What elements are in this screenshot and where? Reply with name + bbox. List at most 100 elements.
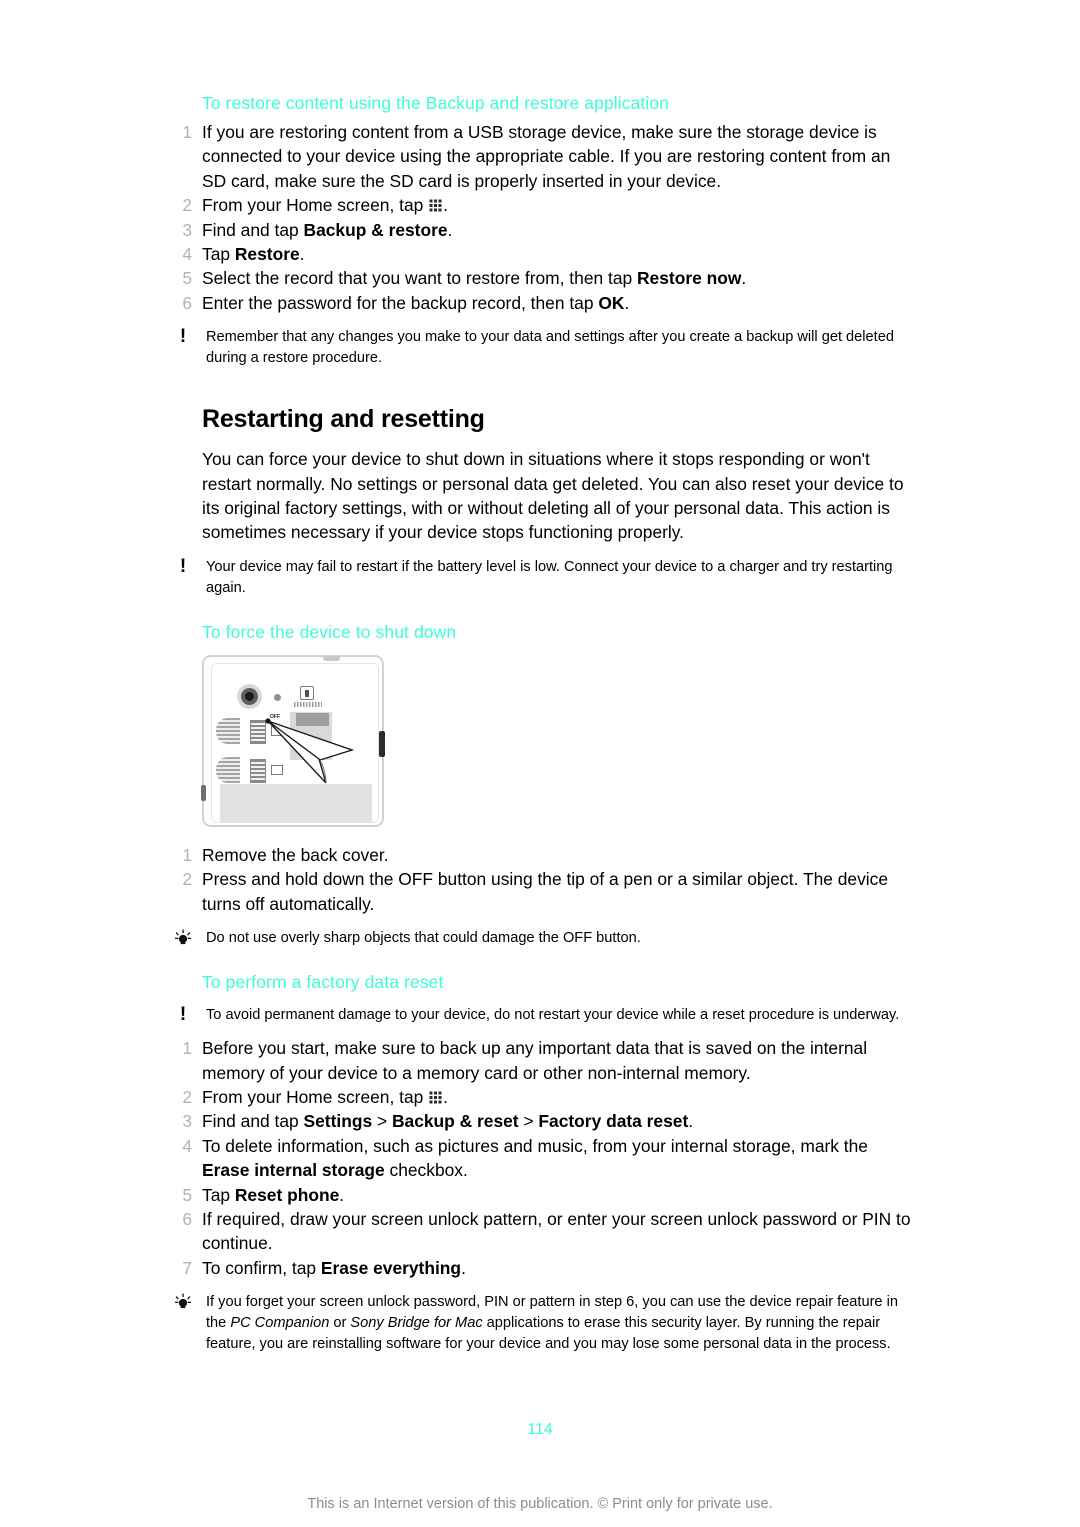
device-left-nub xyxy=(201,784,206,801)
step-text: From your Home screen, tap xyxy=(202,195,429,216)
step-number: 5 xyxy=(182,1184,192,1205)
memory-card-graphic xyxy=(216,756,240,783)
device-notch xyxy=(323,655,340,661)
tip-note-text: Do not use overly sharp objects that cou… xyxy=(206,930,641,947)
list-item: 2 From your Home screen, tap . xyxy=(172,193,912,217)
step-text-suffix: . xyxy=(624,292,630,313)
device-back-cover-off-button-illustration: OFF xyxy=(201,654,392,833)
app-name-italic: Sony Bridge for Mac xyxy=(350,1315,483,1332)
step-number: 5 xyxy=(182,268,192,289)
step-text-suffix: . xyxy=(299,244,305,265)
step-text-suffix: . xyxy=(688,1111,694,1132)
step-text: Remove the back cover. xyxy=(202,844,389,865)
list-item: 6 If required, draw your screen unlock p… xyxy=(172,1207,912,1256)
ui-label-bold: Reset phone xyxy=(234,1184,340,1205)
tip-lightbulb-icon xyxy=(174,929,192,947)
warning-note-text: To avoid permanent damage to your device… xyxy=(206,1007,900,1024)
step-text: Select the record that you want to resto… xyxy=(202,268,637,289)
page-content: To restore content using the Backup and … xyxy=(172,92,912,1355)
warning-exclamation-icon: ! xyxy=(179,326,187,348)
camera-lens-inner xyxy=(245,691,254,701)
step-number: 6 xyxy=(182,292,192,313)
warning-note: ! Remember that any changes you make to … xyxy=(172,327,912,369)
shutdown-steps-list: 1 Remove the back cover. 2 Press and hol… xyxy=(172,843,912,916)
list-item: 6 Enter the password for the backup reco… xyxy=(172,291,912,315)
list-item: 1 If you are restoring content from a US… xyxy=(172,120,912,193)
factory-reset-steps-list: 1 Before you start, make sure to back up… xyxy=(172,1036,912,1280)
device-side-button xyxy=(379,730,385,757)
breadcrumb-separator: > xyxy=(518,1111,539,1132)
step-number: 1 xyxy=(182,122,192,142)
step-number: 7 xyxy=(182,1257,192,1278)
ui-label-bold: Factory data reset xyxy=(538,1111,689,1132)
list-item: 5 Tap Reset phone. xyxy=(172,1183,912,1207)
step-text-suffix: . xyxy=(461,1257,466,1278)
warning-note: ! To avoid permanent damage to your devi… xyxy=(172,1005,912,1026)
app-drawer-icon xyxy=(429,1086,442,1104)
step-number: 6 xyxy=(182,1208,192,1229)
list-item: 5 Select the record that you want to res… xyxy=(172,266,912,290)
tip-text-part2: or xyxy=(329,1315,351,1332)
off-button xyxy=(271,725,283,736)
tip-note: Do not use overly sharp objects that cou… xyxy=(172,928,912,949)
step-number: 1 xyxy=(182,844,192,865)
section-heading-force-shutdown: To force the device to shut down xyxy=(202,621,457,642)
off-button-label: OFF xyxy=(270,713,280,720)
device-shell: OFF xyxy=(201,654,385,827)
step-text: If you are restoring content from a USB … xyxy=(202,122,891,191)
ui-label-bold: Restore now xyxy=(637,268,742,289)
sensor-dot-icon xyxy=(274,693,281,701)
step-text: Tap xyxy=(202,244,235,265)
list-item: 2 Press and hold down the OFF button usi… xyxy=(172,867,912,916)
sim-card-graphic xyxy=(216,717,240,744)
tip-note-text: If you forget your screen unlock passwor… xyxy=(206,1292,912,1355)
step-text: Find and tap xyxy=(202,219,304,240)
ui-label-bold: Erase everything xyxy=(320,1257,462,1278)
app-name-italic: PC Companion xyxy=(230,1315,330,1332)
manual-page: To restore content using the Backup and … xyxy=(0,0,1080,1527)
tip-note: If you forget your screen unlock passwor… xyxy=(172,1292,912,1355)
step-text: Press and hold down the OFF button using… xyxy=(202,869,889,914)
list-item: 7 To confirm, tap Erase everything. xyxy=(172,1256,912,1280)
warning-exclamation-icon: ! xyxy=(179,1004,187,1026)
section-heading-factory-reset: To perform a factory data reset xyxy=(202,972,444,993)
step-text: If required, draw your screen unlock pat… xyxy=(202,1208,911,1254)
warning-exclamation-icon: ! xyxy=(179,555,187,577)
step-text: To confirm, tap xyxy=(202,1257,321,1278)
step-text-suffix: . xyxy=(447,219,453,240)
step-number: 3 xyxy=(182,219,192,240)
step-text: Enter the password for the backup record… xyxy=(202,292,599,313)
list-item: 2 From your Home screen, tap . xyxy=(172,1085,912,1109)
secondary-chip xyxy=(271,764,283,775)
ui-label-bold: Backup & restore xyxy=(303,219,448,240)
breadcrumb-separator: > xyxy=(372,1111,392,1132)
step-number: 4 xyxy=(182,244,192,265)
ui-label-bold: Settings xyxy=(303,1111,373,1132)
ui-label-bold: Backup & reset xyxy=(391,1111,519,1132)
step-number: 2 xyxy=(182,1086,192,1107)
port-connector xyxy=(296,712,329,726)
section-heading-restore: To restore content using the Backup and … xyxy=(202,93,670,113)
step-number: 2 xyxy=(182,869,192,890)
list-item: 3 Find and tap Backup & restore. xyxy=(172,218,912,242)
memory-slot xyxy=(250,758,266,783)
step-number: 1 xyxy=(182,1038,192,1059)
memory-card-icon xyxy=(300,685,314,700)
list-item: 4 To delete information, such as picture… xyxy=(172,1134,912,1183)
list-item: 1 Before you start, make sure to back up… xyxy=(172,1036,912,1085)
step-text-suffix: . xyxy=(339,1184,345,1205)
device-back-panel: OFF xyxy=(211,662,379,823)
step-text: Before you start, make sure to back up a… xyxy=(202,1038,868,1083)
ui-label-bold: OK xyxy=(598,292,625,313)
app-drawer-icon xyxy=(429,194,442,212)
device-bottom-plate xyxy=(220,783,372,822)
tip-lightbulb-icon xyxy=(174,1293,192,1311)
step-text-suffix: . xyxy=(443,195,448,216)
step-text: Tap xyxy=(202,1184,235,1205)
list-item: 1 Remove the back cover. xyxy=(172,843,912,867)
footer-copyright: This is an Internet version of this publ… xyxy=(307,1496,773,1512)
memory-card-label xyxy=(294,701,322,707)
step-text: From your Home screen, tap xyxy=(202,1086,429,1107)
warning-note-text: Your device may fail to restart if the b… xyxy=(206,558,893,596)
step-text-suffix: checkbox. xyxy=(384,1160,468,1181)
